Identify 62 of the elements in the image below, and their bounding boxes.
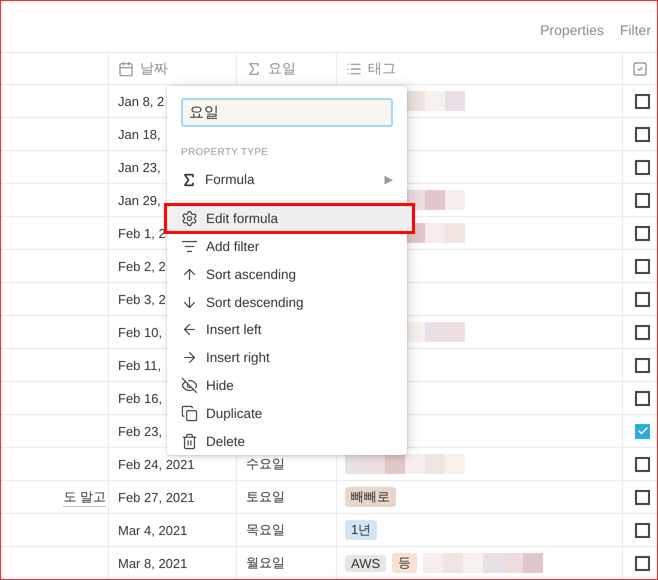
menu-item[interactable]: Insert right: [167, 344, 407, 372]
property-name-field[interactable]: 요일: [181, 98, 393, 127]
property-type-item[interactable]: Formula ▶: [167, 166, 407, 194]
date-cell: Mar 8, 2021: [118, 556, 188, 570]
sigma-icon: [181, 172, 197, 188]
menu-item[interactable]: Sort ascending: [167, 260, 407, 288]
menu-item[interactable]: Insert left: [167, 316, 407, 344]
column-label: 태그: [368, 60, 396, 78]
checkbox[interactable]: [635, 292, 650, 306]
checkbox-icon: [632, 60, 648, 76]
date-cell: Jan 23,: [118, 160, 161, 174]
checkbox[interactable]: [635, 192, 650, 208]
menu-item[interactable]: Add filter: [167, 232, 407, 260]
date-cell: Jan 8, 2: [118, 94, 164, 108]
weekday-cell: 수요일: [246, 455, 285, 473]
tag: 등: [392, 553, 418, 573]
date-cell: Mar 4, 2021: [118, 522, 188, 538]
checkbox[interactable]: [635, 126, 650, 142]
checkbox[interactable]: [635, 556, 650, 570]
checkbox[interactable]: [635, 324, 650, 340]
menu-item[interactable]: Delete: [167, 427, 407, 455]
menu-item[interactable]: Edit formula: [166, 204, 413, 232]
checkbox[interactable]: [635, 94, 650, 108]
checkbox[interactable]: [635, 456, 650, 472]
checkbox[interactable]: [635, 160, 650, 174]
copy-icon: [181, 404, 198, 422]
weekday-cell: 토요일: [246, 488, 285, 506]
date-cell: Jan 18,: [118, 126, 161, 142]
checkbox[interactable]: [635, 424, 650, 438]
gear-icon: [181, 210, 198, 228]
checkbox[interactable]: [635, 490, 650, 504]
section-label: PROPERTY TYPE: [181, 146, 270, 158]
menu-item[interactable]: Hide: [167, 372, 407, 400]
checkbox[interactable]: [635, 258, 650, 274]
date-cell: Feb 2, 2: [118, 258, 166, 274]
page-title-cell[interactable]: 도 말고: [63, 488, 106, 506]
calendar-icon: [118, 60, 134, 76]
date-cell: Feb 23,: [118, 424, 162, 438]
tag: 1년: [345, 520, 378, 540]
date-cell: Feb 27, 2021: [118, 490, 195, 504]
tag: 빼빼로: [345, 487, 396, 507]
checkbox[interactable]: [635, 226, 650, 240]
checkbox[interactable]: [635, 390, 650, 406]
date-cell: Feb 24, 2021: [118, 456, 195, 472]
list-icon: [346, 60, 362, 76]
date-cell: Feb 16,: [118, 390, 162, 406]
column-label: 요일: [268, 60, 296, 78]
trash-icon: [181, 432, 198, 450]
date-cell: Feb 11,: [118, 358, 162, 372]
date-cell: Jan 29,: [118, 192, 161, 208]
checkbox[interactable]: [635, 358, 650, 372]
date-cell: Feb 10,: [118, 324, 162, 340]
date-cell: Feb 3, 2: [118, 292, 166, 306]
caret-icon: ▶: [384, 173, 393, 186]
menu-item[interactable]: Sort descending: [167, 288, 407, 316]
tag: AWS: [345, 554, 386, 572]
column-label: 날짜: [140, 60, 168, 78]
eye-off-icon: [181, 376, 198, 394]
checkbox[interactable]: [635, 522, 650, 538]
weekday-cell: 월요일: [246, 554, 285, 572]
weekday-cell: 목요일: [246, 521, 285, 539]
menu-item[interactable]: Duplicate: [167, 399, 407, 428]
